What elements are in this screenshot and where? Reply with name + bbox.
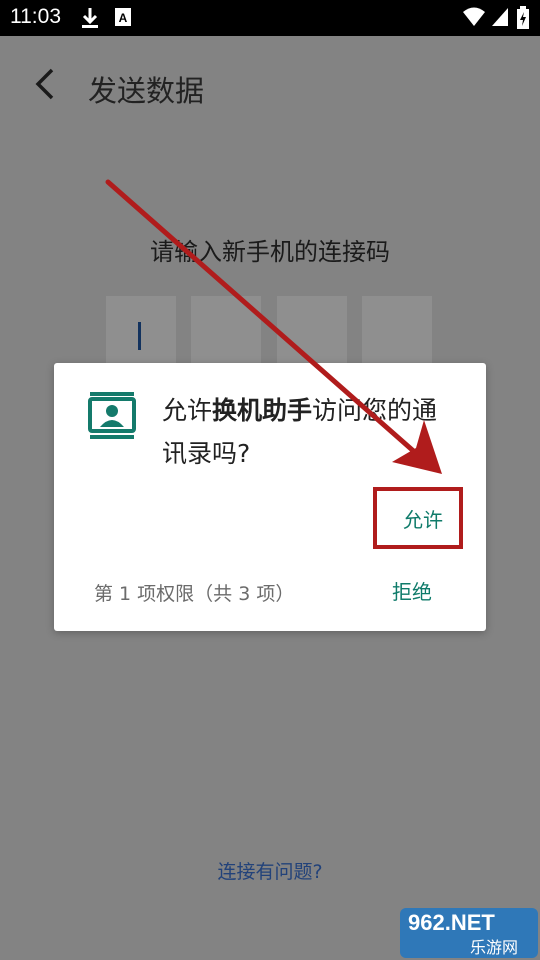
help-link[interactable]: 连接有问题? [0,857,540,884]
a-notification-icon: A [115,8,131,26]
watermark-line2: 乐游网 [470,938,519,957]
allow-button[interactable]: 允许 [392,503,454,537]
code-prompt: 请输入新手机的连接码 [150,238,390,266]
back-arrow-icon[interactable] [30,66,60,102]
permission-count: 第 1 项权限（共 3 项） [94,583,295,605]
svg-text:A: A [119,11,128,25]
signal-icon [492,8,508,26]
wifi-icon [463,7,485,26]
download-icon [82,8,98,28]
watermark-logo: 962.NET 乐游网 [400,908,538,958]
permission-dialog: 允许换机助手访问您的通讯录吗? 允许 第 1 项权限（共 3 项） 拒绝 [54,363,486,631]
dialog-message-prefix: 允许 [162,396,213,425]
dialog-app-name: 换机助手 [212,396,313,425]
status-time: 11:03 [10,5,61,28]
app-bar: 发送数据 [0,36,540,132]
contacts-card-icon [88,392,136,439]
text-cursor [138,322,141,350]
battery-charging-icon [517,6,529,29]
page-title: 发送数据 [88,74,205,108]
watermark-line1: 962.NET [408,910,495,935]
dialog-message: 允许换机助手访问您的通讯录吗? [162,389,462,475]
status-bar: 11:03 A [0,0,540,36]
deny-button[interactable]: 拒绝 [392,576,432,605]
